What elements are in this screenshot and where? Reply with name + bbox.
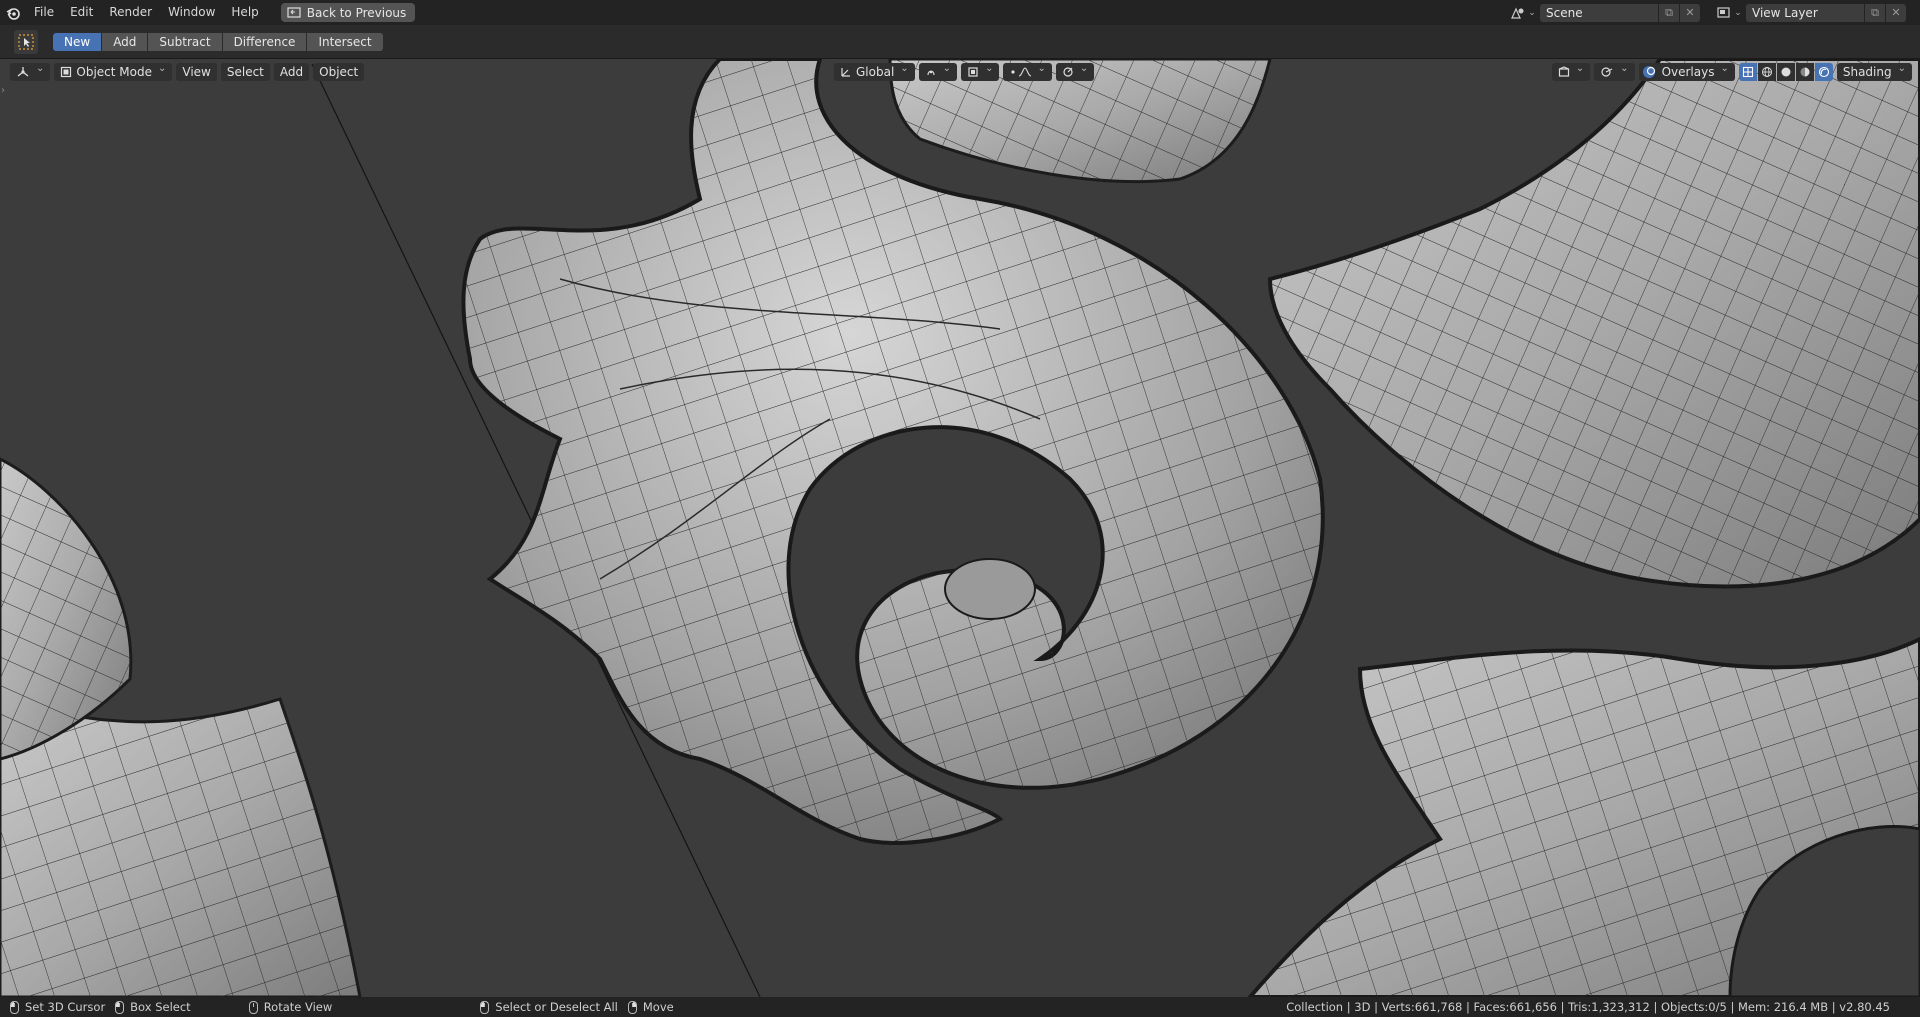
menu-select[interactable]: Select (220, 63, 270, 81)
delete-view-layer-icon[interactable]: ✕ (1886, 3, 1906, 22)
scene-selector: ⌄ Scene ⧉ ✕ (1508, 3, 1700, 22)
view-layer-name-field[interactable]: View Layer (1746, 3, 1864, 22)
mode-difference-button[interactable]: Difference (222, 32, 307, 51)
gizmo-toggle-icon (1601, 67, 1613, 77)
menu-add[interactable]: Add (273, 63, 310, 81)
gizmo-toggle[interactable] (1594, 63, 1635, 81)
proportional-editing-dropdown[interactable] (1003, 63, 1052, 81)
editor-type-button[interactable] (10, 63, 51, 81)
gizmo-dropdown[interactable] (1055, 63, 1095, 81)
scene-name-field[interactable]: Scene (1540, 3, 1658, 22)
mode-subtract-button[interactable]: Subtract (148, 32, 222, 51)
ornament-mesh-render[interactable] (0, 59, 1920, 997)
menu-view[interactable]: View (176, 63, 217, 81)
object-types-visibility-dropdown[interactable] (1551, 63, 1591, 81)
scene-statistics: Collection | 3D | Verts:661,768 | Faces:… (1286, 1000, 1890, 1014)
material-shading-icon[interactable] (1795, 63, 1814, 81)
screen-back-icon (287, 6, 301, 18)
back-to-previous-label: Back to Previous (306, 5, 407, 20)
hint-label: Select or Deselect All (495, 1000, 618, 1014)
xray-toggle-icon[interactable] (1738, 63, 1757, 81)
mouse-middle-icon (248, 1000, 258, 1014)
object-mode-label: Object Mode (76, 65, 152, 79)
selection-mode-group: New Add Subtract Difference Intersect (53, 32, 384, 51)
new-view-layer-icon[interactable]: ⧉ (1865, 3, 1885, 22)
tool-header: New Add Subtract Difference Intersect (0, 25, 1920, 59)
overlays-dropdown[interactable]: Overlays (1638, 63, 1735, 81)
left-leaf-mesh (0, 457, 362, 997)
mode-add-button[interactable]: Add (102, 32, 148, 51)
rendered-shading-icon[interactable] (1814, 63, 1833, 81)
axis-icon (841, 68, 850, 77)
pivot-point-dropdown[interactable] (918, 63, 958, 81)
viewport-header-center: Global (834, 62, 1095, 82)
shading-mode-group (1738, 63, 1833, 81)
mode-intersect-button[interactable]: Intersect (307, 32, 383, 51)
hint-label: Move (642, 1000, 674, 1014)
back-to-previous-button[interactable]: Back to Previous (280, 3, 416, 22)
hint-label: Box Select (130, 1000, 191, 1014)
menu-render[interactable]: Render (101, 0, 160, 25)
status-bar: Set 3D Cursor Box Select Rotate View Sel… (0, 997, 1920, 1017)
overlays-icon (1642, 66, 1655, 78)
mode-new-button[interactable]: New (53, 32, 102, 51)
top-menu-bar: File Edit Render Window Help Back to Pre… (0, 0, 1920, 25)
view-layer-selector: ⌄ View Layer ⧉ ✕ (1714, 3, 1906, 22)
transform-orientation-label: Global (856, 65, 895, 79)
wireframe-shading-icon[interactable] (1757, 63, 1776, 81)
3d-viewport-icon (17, 67, 29, 77)
hint-rotate-view: Rotate View (248, 1000, 333, 1014)
mouse-right-icon (627, 1000, 637, 1014)
hint-set-3d-cursor: Set 3D Cursor (10, 1000, 105, 1014)
scene-browse-icon[interactable]: ⌄ (1508, 4, 1538, 22)
menu-object[interactable]: Object (313, 63, 365, 81)
object-mode-icon (61, 66, 72, 78)
solid-shading-icon[interactable] (1776, 63, 1795, 81)
proportional-icon (1011, 67, 1032, 77)
pivot-icon (927, 70, 935, 76)
snap-magnet-icon (968, 67, 978, 77)
transform-orientation-dropdown[interactable]: Global (834, 63, 915, 81)
delete-scene-icon[interactable]: ✕ (1680, 3, 1700, 22)
snap-dropdown[interactable] (961, 63, 1000, 81)
object-mode-dropdown[interactable]: Object Mode (54, 63, 173, 81)
menu-file[interactable]: File (26, 0, 62, 25)
shading-dropdown[interactable]: Shading (1836, 63, 1912, 81)
toolbar-expand-arrow-icon[interactable]: › (1, 85, 5, 96)
select-box-tool-icon[interactable] (14, 29, 38, 54)
hint-label: Rotate View (263, 1000, 333, 1014)
hint-select-deselect-all: Select or Deselect All (480, 1000, 618, 1014)
view-layer-browse-icon[interactable]: ⌄ (1714, 4, 1744, 22)
visibility-box-icon (1558, 66, 1569, 77)
mouse-left-icon (10, 1000, 19, 1014)
blender-logo-icon[interactable] (0, 0, 26, 25)
mouse-left-drag-icon (115, 1000, 125, 1014)
3d-viewport[interactable]: Object Mode View Select Add Object Globa… (0, 59, 1920, 997)
main-scroll-mesh (461, 59, 1325, 845)
hint-box-select: Box Select (115, 1000, 191, 1014)
hint-move: Move (627, 1000, 674, 1014)
viewport-header-left: Object Mode View Select Add Object (10, 62, 365, 82)
mouse-left-icon (480, 1000, 490, 1014)
hint-label: Set 3D Cursor (25, 1000, 106, 1014)
new-scene-icon[interactable]: ⧉ (1659, 3, 1679, 22)
gizmo-icon (1063, 67, 1073, 77)
menu-window[interactable]: Window (160, 0, 223, 25)
viewport-header-right: Overlays Shading (1551, 62, 1912, 82)
menu-edit[interactable]: Edit (62, 0, 101, 25)
overlays-label: Overlays (1661, 65, 1715, 79)
right-leaf-mesh (1247, 59, 1920, 997)
menu-help[interactable]: Help (223, 0, 266, 25)
